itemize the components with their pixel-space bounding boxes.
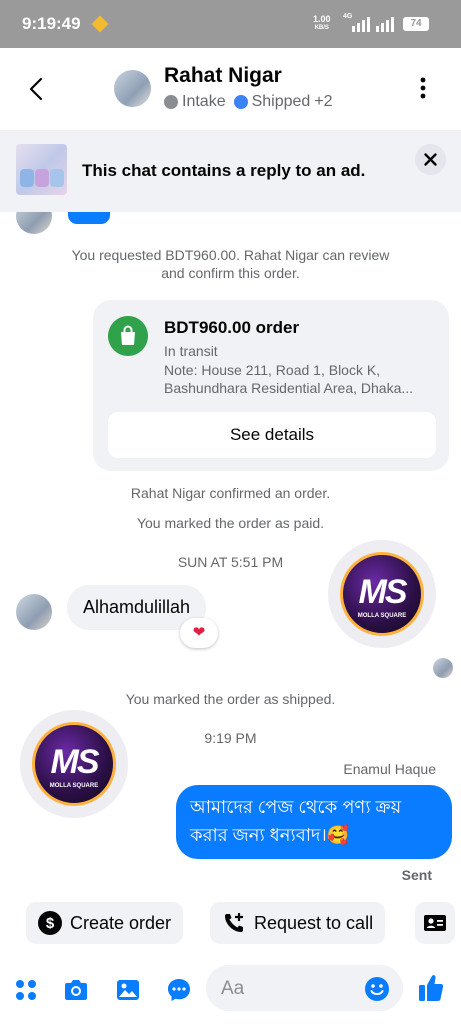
order-shipped-text: You marked the order as shipped. xyxy=(125,691,336,707)
message-composer: Aa xyxy=(0,958,461,1024)
order-confirmed-text: Rahat Nigar confirmed an order. xyxy=(130,485,331,501)
binance-icon xyxy=(91,15,109,33)
gallery-icon[interactable] xyxy=(115,977,141,1003)
status-time: 9:19:49 xyxy=(22,14,81,33)
order-request-text: You requested BDT960.00. Rahat Nigar can… xyxy=(71,247,390,281)
signal-icon-2 xyxy=(376,16,394,32)
order-title: BDT960.00 order xyxy=(164,318,300,337)
contact-avatar[interactable] xyxy=(114,70,151,107)
close-icon[interactable] xyxy=(415,144,446,175)
bag-shape xyxy=(50,169,64,187)
speed-unit: KB/S xyxy=(314,25,329,31)
bag-shape xyxy=(20,169,34,187)
sender-name: Enamul Haque xyxy=(343,761,436,777)
order-card[interactable]: BDT960.00 order In transit Note: House 2… xyxy=(93,300,449,471)
shopping-bag-icon xyxy=(108,316,148,356)
contact-card-icon xyxy=(424,915,446,931)
network-type: 4G xyxy=(343,13,353,20)
like-icon[interactable] xyxy=(417,973,445,1003)
dollar-icon: $ xyxy=(38,911,62,935)
contact-avatar-small xyxy=(16,212,52,234)
contact-avatar-small xyxy=(16,594,52,630)
contact-card-button[interactable] xyxy=(415,902,455,944)
outgoing-message-line: আমাদের পেজ থেকে পণ্য ক্রয় xyxy=(190,797,402,817)
speed-value: 1.00 xyxy=(313,14,331,24)
emoji-icon[interactable] xyxy=(364,976,390,1002)
see-details-button[interactable]: See details xyxy=(108,412,436,458)
phone-plus-icon xyxy=(225,913,243,932)
contact-tags[interactable]: Intake Shipped +2 xyxy=(164,93,333,111)
tag-dot-shipped xyxy=(233,95,248,109)
tag-shipped: Shipped xyxy=(251,93,311,110)
apps-grid-icon[interactable] xyxy=(13,977,39,1003)
tag-dot-intake xyxy=(164,95,178,109)
ad-banner-text: This chat contains a reply to an ad. xyxy=(82,161,366,180)
heart-reaction[interactable]: ❤ xyxy=(180,618,218,648)
create-order-button[interactable]: $ Create order xyxy=(26,902,184,944)
outgoing-message-line: করার জন্য ধন্যবাদ।🥰 xyxy=(190,825,350,845)
order-status: In transit xyxy=(164,343,218,359)
bag-shape xyxy=(35,169,49,187)
message-input[interactable]: Aa xyxy=(206,965,403,1011)
seen-avatar xyxy=(433,658,453,678)
tag-more-count: +2 xyxy=(314,93,333,110)
battery-icon: 74 xyxy=(403,17,429,31)
back-arrow-icon[interactable] xyxy=(24,74,50,104)
ad-reply-banner: This chat contains a reply to an ad. xyxy=(0,130,461,212)
chat-options-icon[interactable] xyxy=(166,977,192,1003)
like-sticker-icon xyxy=(68,212,110,224)
quick-actions-bar: $ Create order Request to call xyxy=(0,902,461,948)
status-bar: 9:19:49 1.00 KB/S 4G 74 xyxy=(0,0,461,48)
messenger-chat-screen: 9:19:49 1.00 KB/S 4G 74 Rahat Nigar Inta… xyxy=(0,0,461,1024)
signal-icon xyxy=(352,16,370,32)
contact-name[interactable]: Rahat Nigar xyxy=(164,64,282,88)
watermark-logo-subtext: MOLLA SQUARE xyxy=(49,783,99,789)
watermark-logo-text: MS xyxy=(50,743,100,781)
more-options-icon[interactable] xyxy=(413,75,433,101)
watermark-logo: MS MOLLA SQUARE xyxy=(32,722,116,806)
message-list[interactable]: You requested BDT960.00. Rahat Nigar can… xyxy=(0,212,461,902)
request-to-call-label: Request to call xyxy=(254,912,374,933)
camera-icon[interactable] xyxy=(63,977,89,1003)
watermark-logo-text: MS xyxy=(358,573,408,611)
network-speed: 1.00 KB/S xyxy=(313,15,331,33)
watermark-logo: MS MOLLA SQUARE xyxy=(340,552,424,636)
order-note: Note: House 211, Road 1, Block K, Bashun… xyxy=(164,362,414,396)
message-input-placeholder: Aa xyxy=(221,978,245,999)
create-order-label: Create order xyxy=(70,912,172,933)
order-paid-text: You marked the order as paid. xyxy=(136,515,325,531)
svg-text:$: $ xyxy=(46,915,55,932)
ad-thumbnail xyxy=(16,144,67,195)
chat-header: Rahat Nigar Intake Shipped +2 xyxy=(0,48,461,130)
request-to-call-button[interactable]: Request to call xyxy=(210,902,386,944)
watermark-logo-subtext: MOLLA SQUARE xyxy=(357,613,407,619)
tag-intake: Intake xyxy=(182,93,226,110)
outgoing-message-bubble[interactable]: আমাদের পেজ থেকে পণ্য ক্রয় করার জন্য ধন্… xyxy=(176,785,452,859)
delivery-status: Sent xyxy=(401,867,432,883)
